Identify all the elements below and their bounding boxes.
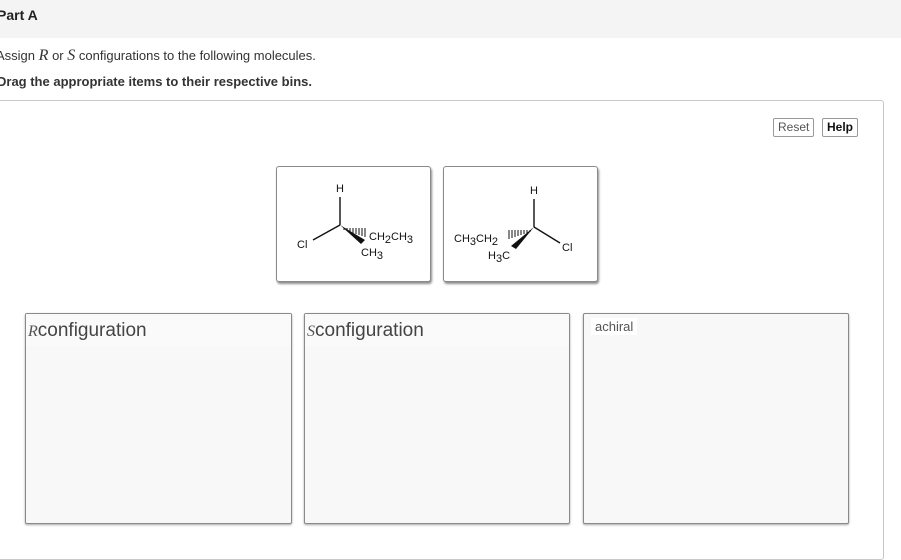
achiral-bin[interactable]: achiral (583, 313, 849, 524)
mol2-methyl-label: H3C (488, 250, 510, 265)
r-bin-label: configuration (37, 320, 147, 341)
drag-instruction: Drag the appropriate items to their resp… (0, 74, 312, 89)
r-symbol: R (38, 47, 49, 64)
molecule-card-1[interactable]: H Cl CH2CH3 CH3 (276, 166, 431, 282)
instruction-text: Assign R or S configurations to the foll… (0, 47, 316, 65)
molecule-2-structure: H Cl CH3CH2 H3C (454, 185, 572, 265)
s-bin-title: Sconfiguration (307, 320, 424, 342)
s-bin-header: Sconfiguration (305, 314, 569, 346)
s-bin-label: configuration (315, 320, 424, 341)
mol2-cl-label: Cl (562, 242, 572, 254)
reset-button[interactable]: Reset (773, 118, 814, 137)
mol2-h-label: H (530, 185, 538, 197)
mol1-ethyl-label: CH2CH3 (369, 231, 413, 246)
s-configuration-bin[interactable]: Sconfiguration (304, 313, 570, 524)
mol1-h-label: H (336, 183, 344, 195)
help-button[interactable]: Help (822, 118, 858, 137)
instruction-prefix: Assign (0, 48, 36, 63)
molecule-1-structure: H Cl CH2CH3 CH3 (297, 183, 413, 262)
mol2-solid-wedge (511, 227, 534, 249)
r-configuration-bin[interactable]: Rconfiguration (25, 313, 292, 524)
mol2-ethyl-label: CH3CH2 (454, 233, 498, 248)
achiral-bin-title: achiral (591, 318, 638, 335)
part-header: Part A (0, 0, 901, 38)
s-bin-symbol: S (307, 323, 315, 340)
r-bin-header: Rconfiguration (26, 314, 291, 346)
mol2-bond-cl (533, 226, 561, 244)
r-bin-symbol: R (28, 323, 38, 340)
mol1-solid-wedge (340, 225, 365, 244)
s-symbol: S (67, 47, 76, 64)
mol1-bond-cl (312, 224, 341, 241)
r-bin-title: Rconfiguration (28, 320, 147, 342)
molecule-card-2[interactable]: H Cl CH3CH2 H3C (443, 166, 598, 282)
instruction-suffix: configurations to the following molecule… (78, 48, 316, 63)
instruction-or: or (52, 48, 64, 63)
mol1-cl-label: Cl (297, 239, 307, 251)
part-title: Part A (0, 7, 38, 23)
mol1-methyl-label: CH3 (361, 247, 383, 262)
